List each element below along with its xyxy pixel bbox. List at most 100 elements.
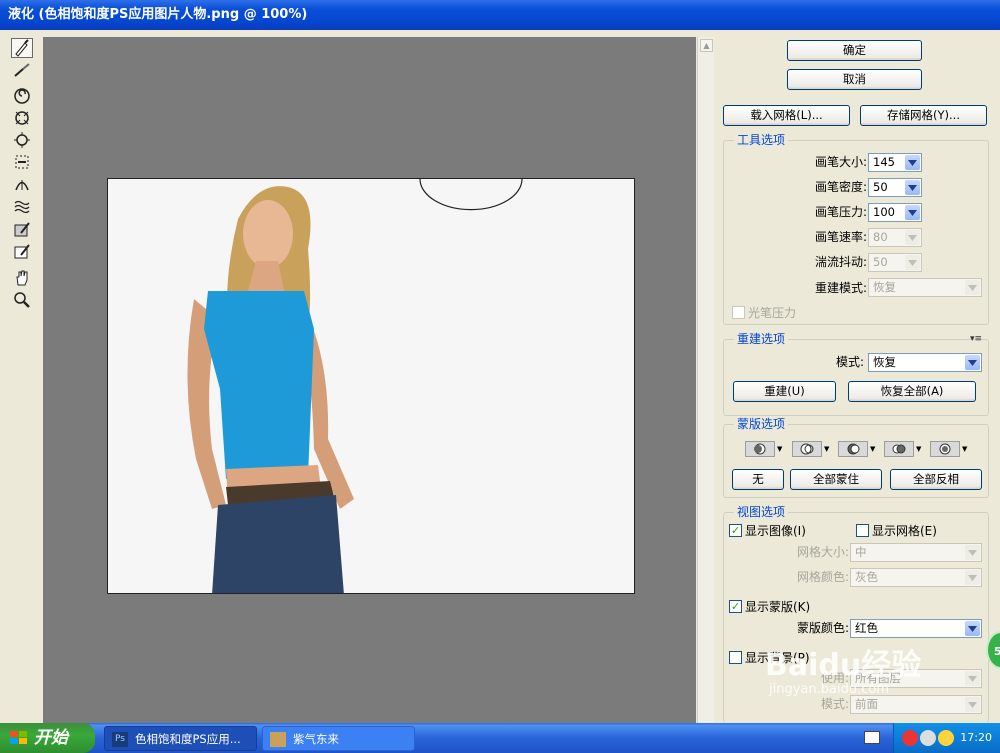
mesh-size-value: 中 xyxy=(855,545,867,559)
start-label: 开始 xyxy=(34,728,68,748)
thaw-mask-tool-icon[interactable] xyxy=(11,242,33,262)
brush-density-label: 画笔密度: xyxy=(814,180,867,194)
reconstruct-tool-icon[interactable] xyxy=(11,60,33,80)
push-left-tool-icon[interactable] xyxy=(11,152,33,172)
brush-size-field[interactable]: 145 xyxy=(868,153,922,172)
clock[interactable]: 17:20 xyxy=(960,723,992,753)
chevron-down-icon xyxy=(965,671,980,686)
chevron-down-icon[interactable]: ▼ xyxy=(916,445,921,453)
stylus-pressure-checkbox xyxy=(732,306,745,319)
chevron-down-icon[interactable] xyxy=(905,205,920,220)
brush-pressure-field[interactable]: 100 xyxy=(868,203,922,222)
bloat-tool-icon[interactable] xyxy=(11,130,33,150)
mirror-tool-icon[interactable] xyxy=(11,174,33,194)
volume-icon[interactable] xyxy=(920,730,936,746)
invert-all-button[interactable]: 全部反相 xyxy=(890,469,982,490)
scroll-up-icon[interactable]: ▲ xyxy=(700,39,713,52)
save-mesh-button[interactable]: 存储网格(Y)... xyxy=(860,105,987,126)
brush-rate-value: 80 xyxy=(873,230,888,244)
replace-selection-icon[interactable] xyxy=(745,441,775,457)
chevron-down-icon xyxy=(905,230,920,245)
show-mesh-checkbox[interactable] xyxy=(856,524,869,537)
mask-none-button[interactable]: 无 xyxy=(732,469,784,490)
intersect-selection-icon[interactable] xyxy=(884,441,914,457)
brush-pressure-value: 100 xyxy=(873,205,895,219)
reconstruct-mode-value-2: 恢复 xyxy=(873,355,896,369)
pucker-tool-icon[interactable] xyxy=(11,108,33,128)
brush-rate-field: 80 xyxy=(868,228,922,247)
backdrop-mode-value: 前面 xyxy=(855,697,878,711)
reconstruct-button[interactable]: 重建(U) xyxy=(733,381,836,402)
subtract-from-selection-icon[interactable] xyxy=(838,441,868,457)
mesh-size-label: 网格大小: xyxy=(796,545,849,559)
notification-badge-count: 52 xyxy=(994,645,1000,658)
restore-all-button[interactable]: 恢复全部(A) xyxy=(848,381,976,402)
chevron-down-icon[interactable] xyxy=(905,155,920,170)
mesh-color-label: 网格颜色: xyxy=(796,570,849,584)
taskbar-task-folder[interactable]: 紫气东来 xyxy=(262,726,415,751)
task-label: 紫气东来 xyxy=(293,732,339,746)
reconstruct-mode-label: 重建模式: xyxy=(814,281,867,295)
chevron-down-icon[interactable]: ▼ xyxy=(870,445,875,453)
reconstruct-mode-select: 恢复 xyxy=(868,278,982,297)
mesh-color-value: 灰色 xyxy=(855,570,878,584)
view-options-title: 视图选项 xyxy=(734,505,789,519)
twirl-tool-icon[interactable] xyxy=(11,86,33,106)
turbulence-tool-icon[interactable] xyxy=(11,196,33,216)
taskbar: 开始 Ps 色相饱和度PS应用... 紫气东来 17:20 xyxy=(0,723,1000,753)
freeze-mask-tool-icon[interactable] xyxy=(11,220,33,240)
load-mesh-button[interactable]: 载入网格(L)... xyxy=(723,105,850,126)
cancel-button[interactable]: 取消 xyxy=(787,69,922,90)
turbulent-jitter-field: 50 xyxy=(868,253,922,272)
tool-palette xyxy=(0,30,43,723)
security-icon[interactable] xyxy=(938,730,954,746)
canvas-vertical-scrollbar[interactable]: ▲ xyxy=(697,37,714,723)
chevron-down-icon[interactable] xyxy=(905,180,920,195)
mask-color-label: 蒙版颜色: xyxy=(796,621,849,635)
watermark-url: jingyan.baidu.com xyxy=(769,682,889,697)
hand-tool-icon[interactable] xyxy=(11,268,33,288)
show-image-checkbox[interactable]: ✓ xyxy=(729,524,742,537)
system-tray: 17:20 xyxy=(893,723,1000,753)
mask-color-value: 红色 xyxy=(855,621,878,635)
show-mesh-label: 显示网格(E) xyxy=(872,524,937,538)
tool-options-title: 工具选项 xyxy=(734,133,789,147)
show-mask-label: 显示蒙版(K) xyxy=(745,600,811,614)
taskbar-task-photoshop[interactable]: Ps 色相饱和度PS应用... xyxy=(104,726,257,751)
start-button[interactable]: 开始 xyxy=(0,723,95,753)
reconstruct-options-group: 重建选项 ▾≡ 模式: 恢复 重建(U) 恢复全部(A) xyxy=(723,332,989,416)
mask-all-button[interactable]: 全部蒙住 xyxy=(790,469,882,490)
keyboard-icon[interactable] xyxy=(864,731,880,744)
warp-tool-icon[interactable] xyxy=(11,38,33,58)
chevron-down-icon[interactable]: ▼ xyxy=(962,445,967,453)
chevron-down-icon[interactable]: ▼ xyxy=(824,445,829,453)
zoom-tool-icon[interactable] xyxy=(11,290,33,310)
show-mask-checkbox[interactable]: ✓ xyxy=(729,600,742,613)
brush-density-field[interactable]: 50 xyxy=(868,178,922,197)
options-panel: 确定 取消 载入网格(L)... 存储网格(Y)... 工具选项 画笔大小: 1… xyxy=(718,30,1000,723)
chevron-down-icon[interactable]: ▼ xyxy=(777,445,782,453)
window-title: 液化 (色相饱和度PS应用图片人物.png @ 100%) xyxy=(8,7,308,22)
brush-size-value: 145 xyxy=(873,155,895,169)
reconstruct-options-title: 重建选项 xyxy=(734,332,789,346)
reconstruct-mode-value: 恢复 xyxy=(873,280,896,294)
brush-density-value: 50 xyxy=(873,180,888,194)
mask-color-select[interactable]: 红色 xyxy=(850,619,982,638)
invert-selection-icon[interactable] xyxy=(930,441,960,457)
chevron-down-icon xyxy=(965,545,980,560)
chevron-down-icon[interactable] xyxy=(965,355,980,370)
add-to-selection-icon[interactable] xyxy=(792,441,822,457)
show-backdrop-checkbox[interactable] xyxy=(729,651,742,664)
stylus-pressure-label: 光笔压力 xyxy=(748,306,797,320)
brush-size-label: 画笔大小: xyxy=(814,155,867,169)
task-label: 色相饱和度PS应用... xyxy=(135,732,241,746)
chevron-down-icon xyxy=(905,255,920,270)
reconstruct-mode-select-2[interactable]: 恢复 xyxy=(868,353,982,372)
preview-image[interactable] xyxy=(107,178,635,594)
panel-menu-icon[interactable]: ▾≡ xyxy=(970,334,982,344)
chevron-down-icon[interactable] xyxy=(965,621,980,636)
brush-rate-label: 画笔速率: xyxy=(814,230,867,244)
qq-icon[interactable] xyxy=(902,730,918,746)
window-title-bar: 液化 (色相饱和度PS应用图片人物.png @ 100%) xyxy=(0,0,1000,30)
ok-button[interactable]: 确定 xyxy=(787,40,922,61)
